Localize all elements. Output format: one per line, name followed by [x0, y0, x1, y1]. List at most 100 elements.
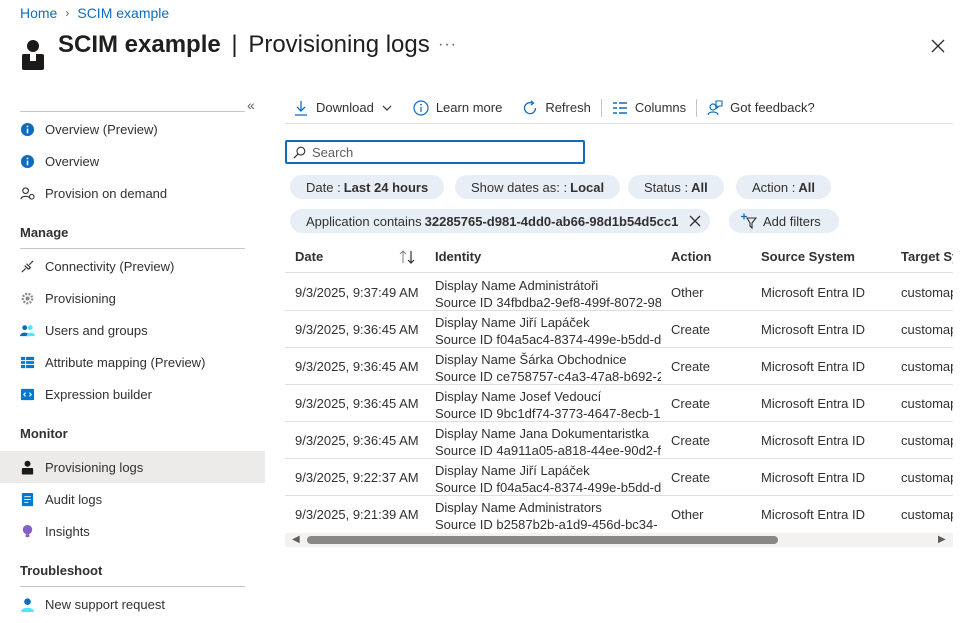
section-divider: [20, 248, 245, 249]
page-title: SCIM example | Provisioning logs: [58, 31, 430, 59]
identity-name: Display Name Josef Vedoucí: [435, 389, 602, 404]
column-header-target-system[interactable]: Target Sy: [901, 249, 953, 264]
filter-show-dates-value: Local: [570, 179, 605, 195]
collapse-icon[interactable]: «: [247, 97, 255, 113]
table-row[interactable]: 9/3/2025, 9:36:45 AM Display Name Jiří L…: [285, 311, 953, 348]
info-outline-icon: [413, 99, 429, 116]
sidebar-item-users-and-groups[interactable]: Users and groups: [20, 317, 148, 343]
filter-status[interactable]: Status : All: [628, 175, 724, 199]
sidebar-item-label: Insights: [45, 523, 90, 539]
table-row[interactable]: 9/3/2025, 9:36:45 AM Display Name Jana D…: [285, 422, 953, 459]
table-row[interactable]: 9/3/2025, 9:36:45 AM Display Name Josef …: [285, 385, 953, 422]
table-row[interactable]: 9/3/2025, 9:22:37 AM Display Name Jiří L…: [285, 459, 953, 496]
sidebar-item-new-support-request[interactable]: New support request: [20, 591, 165, 617]
person-icon: [21, 460, 34, 475]
cell-date: 9/3/2025, 9:36:45 AM: [295, 433, 419, 448]
cell-date: 9/3/2025, 9:36:45 AM: [295, 322, 419, 337]
sidebar-item-audit-logs[interactable]: Audit logs: [20, 486, 102, 512]
cell-identity: Display Name Jiří Lapáček Source ID f04a…: [435, 314, 661, 348]
cell-target-system: customap: [901, 507, 953, 522]
close-icon[interactable]: [928, 36, 948, 56]
scroll-right-icon[interactable]: ▶: [938, 534, 946, 545]
scroll-left-icon[interactable]: ◀: [292, 534, 300, 545]
identity-source-id: Source ID 9bc1df74-3773-4647-8ecb-1: [435, 406, 661, 421]
log-icon: [21, 492, 34, 506]
cell-date: 9/3/2025, 9:22:37 AM: [295, 470, 419, 485]
more-icon[interactable]: ···: [438, 36, 457, 54]
bulb-icon: [22, 524, 33, 537]
search-input[interactable]: [312, 144, 572, 160]
breadcrumb-home[interactable]: Home: [20, 5, 57, 21]
feedback-button[interactable]: Got feedback?: [697, 94, 825, 122]
filter-show-dates[interactable]: Show dates as: : Local: [455, 175, 621, 199]
cell-identity: Display Name Josef Vedoucí Source ID 9bc…: [435, 388, 661, 422]
columns-button[interactable]: Columns: [602, 94, 696, 122]
cell-source-system: Microsoft Entra ID: [761, 470, 866, 485]
cell-identity: Display Name Administrators Source ID b2…: [435, 499, 661, 533]
cell-identity: Display Name Šárka Obchodnice Source ID …: [435, 351, 661, 385]
cell-source-system: Microsoft Entra ID: [761, 359, 866, 374]
filter-show-dates-label: Show dates as: :: [471, 179, 568, 195]
sidebar-item-expression-builder[interactable]: Expression builder: [20, 381, 152, 407]
table-row[interactable]: 9/3/2025, 9:36:45 AM Display Name Šárka …: [285, 348, 953, 385]
sidebar-item-overview[interactable]: Overview: [20, 148, 99, 174]
sidebar-item-overview-preview[interactable]: Overview (Preview): [20, 116, 158, 142]
sidebar-item-label: Overview: [45, 153, 100, 169]
columns-label: Columns: [634, 100, 687, 115]
sidebar-item-insights[interactable]: Insights: [20, 518, 90, 544]
cell-target-system: customap: [901, 285, 953, 300]
columns-icon: [612, 101, 627, 114]
column-header-source-system[interactable]: Source System: [761, 249, 855, 264]
identity-source-id: Source ID b2587b2b-a1d9-456d-bc34-: [435, 517, 658, 532]
sidebar-item-provision-on-demand[interactable]: Provision on demand: [20, 180, 167, 206]
column-header-action[interactable]: Action: [671, 249, 711, 264]
table-row[interactable]: 9/3/2025, 9:21:39 AM Display Name Admini…: [285, 496, 953, 533]
identity-name: Display Name Šárka Obchodnice: [435, 352, 627, 367]
close-icon[interactable]: [688, 214, 702, 228]
cell-target-system: customap: [901, 396, 953, 411]
download-button[interactable]: Download: [285, 94, 403, 122]
cell-source-system: Microsoft Entra ID: [761, 433, 866, 448]
sidebar-item-label: Overview (Preview): [45, 121, 158, 137]
sidebar-item-label: Provision on demand: [45, 185, 168, 201]
filter-application[interactable]: Application contains 32285765-d981-4dd0-a…: [290, 209, 711, 233]
cell-source-system: Microsoft Entra ID: [761, 396, 866, 411]
filter-action[interactable]: Action : All: [736, 175, 831, 199]
table-row[interactable]: 9/3/2025, 9:37:49 AM Display Name Admini…: [285, 274, 953, 311]
refresh-button[interactable]: Refresh: [512, 94, 601, 122]
user-sync-icon: [20, 186, 35, 200]
column-header-identity[interactable]: Identity: [435, 249, 481, 264]
cell-action: Other: [671, 507, 704, 522]
sidebar-item-label: New support request: [45, 596, 165, 612]
learn-more-button[interactable]: Learn more: [403, 94, 512, 122]
sidebar-item-connectivity[interactable]: Connectivity (Preview): [20, 253, 174, 279]
sort-icon[interactable]: [399, 250, 417, 264]
plug-icon: [21, 259, 34, 273]
info-icon: [20, 122, 35, 136]
users-icon: [20, 324, 35, 336]
cell-identity: Display Name Jiří Lapáček Source ID f04a…: [435, 462, 661, 496]
section-manage: Manage: [20, 225, 69, 240]
identity-source-id: Source ID 4a911a05-a818-44ee-90d2-f: [435, 443, 661, 458]
sidebar-item-provisioning[interactable]: Provisioning: [20, 285, 116, 311]
filter-action-label: Action :: [752, 179, 796, 195]
identity-name: Display Name Administrátoři: [435, 278, 599, 293]
filter-date[interactable]: Date : Last 24 hours: [290, 175, 445, 199]
search-box[interactable]: [285, 140, 585, 164]
sidebar-item-provisioning-logs[interactable]: Provisioning logs: [20, 454, 143, 480]
sidebar-item-label: Provisioning: [45, 290, 116, 306]
chevron-down-icon: [382, 105, 392, 111]
column-header-date[interactable]: Date: [295, 249, 323, 264]
breadcrumb-current[interactable]: SCIM example: [77, 5, 169, 21]
learn-more-label: Learn more: [435, 100, 503, 115]
title-divider: |: [231, 31, 238, 58]
cell-target-system: customap: [901, 433, 953, 448]
scrollbar-thumb[interactable]: [307, 536, 778, 544]
code-icon: [20, 388, 35, 400]
filter-application-label: Application contains: [306, 213, 422, 229]
refresh-icon: [524, 99, 537, 114]
sidebar-item-attribute-mapping[interactable]: Attribute mapping (Preview): [20, 349, 205, 375]
filter-date-value: Last 24 hours: [343, 179, 429, 195]
filter-status-value: All: [691, 179, 708, 195]
add-filters-button[interactable]: Add filters: [729, 209, 839, 233]
